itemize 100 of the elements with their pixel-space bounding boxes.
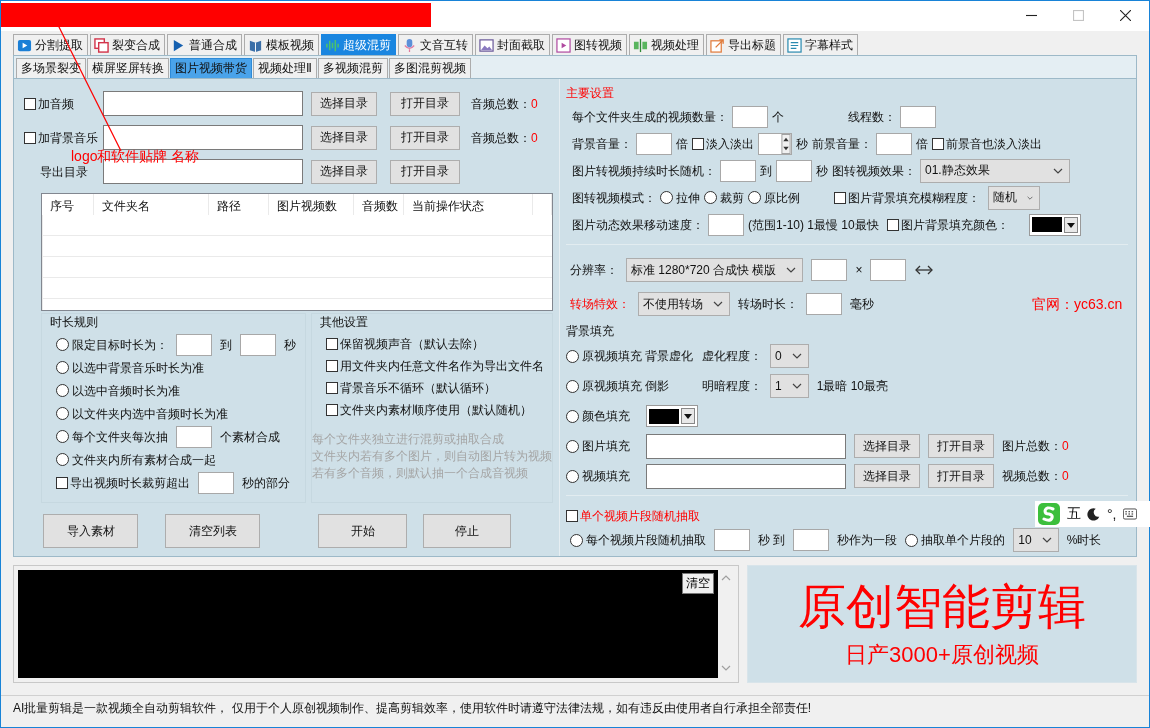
- radio-button[interactable]: 以选中音频时长为准: [56, 382, 180, 399]
- checkbox[interactable]: 文件夹内素材顺序使用（默认随机）: [326, 402, 532, 418]
- checkbox[interactable]: 保留视频声音（默认去除）: [326, 336, 484, 352]
- number-field[interactable]: [793, 529, 830, 551]
- button[interactable]: 清空列表: [165, 514, 260, 548]
- tab[interactable]: 文音互转: [398, 34, 473, 55]
- moon-icon[interactable]: [1087, 507, 1101, 521]
- radio-button[interactable]: 裁剪: [704, 189, 744, 206]
- column-header[interactable]: 当前操作状态: [404, 194, 533, 215]
- spin-arrows-icon[interactable]: [781, 133, 791, 154]
- number-field[interactable]: [720, 159, 756, 182]
- dropdown[interactable]: 01.静态效果: [920, 158, 1070, 183]
- dropdown[interactable]: 随机: [988, 185, 1040, 210]
- column-header[interactable]: 路径: [209, 194, 269, 215]
- tab[interactable]: 横屏竖屏转换: [87, 58, 169, 78]
- button[interactable]: 打开目录: [390, 159, 460, 184]
- radio-button[interactable]: 原视频填充 倒影: [566, 378, 694, 394]
- checkbox[interactable]: 导出视频时长裁剪超出: [56, 474, 190, 491]
- radio-button[interactable]: 拉伸: [660, 189, 700, 206]
- tab[interactable]: 普通合成: [167, 34, 242, 55]
- column-header[interactable]: 文件夹名: [94, 194, 209, 215]
- checkbox[interactable]: 加背景音乐: [24, 129, 103, 146]
- radio-button[interactable]: 以选中背景音乐时长为准: [56, 359, 204, 376]
- button[interactable]: 打开目录: [928, 434, 994, 458]
- radio-button[interactable]: 图片填充: [566, 438, 638, 454]
- color-picker[interactable]: [646, 405, 698, 427]
- number-field[interactable]: [870, 259, 907, 281]
- number-field[interactable]: [176, 333, 212, 356]
- radio-button[interactable]: 每个文件夹每次抽: [56, 428, 168, 445]
- tab[interactable]: 图转视频: [552, 34, 627, 55]
- button[interactable]: 选择目录: [311, 159, 377, 184]
- radio-button[interactable]: 视频填充: [566, 468, 638, 484]
- button[interactable]: 选择目录: [854, 434, 920, 458]
- radio-button[interactable]: 文件夹内所有素材合成一起: [56, 451, 216, 468]
- dropdown[interactable]: 0: [770, 344, 809, 368]
- tab[interactable]: 封面截取: [475, 34, 550, 55]
- button[interactable]: 导入素材: [43, 514, 138, 548]
- swap-arrows-icon[interactable]: [914, 264, 935, 276]
- column-header[interactable]: 音频数: [354, 194, 404, 215]
- tab[interactable]: 多图混剪视频: [388, 58, 471, 78]
- radio-button[interactable]: 颜色填充: [566, 408, 638, 424]
- path-field[interactable]: [646, 463, 846, 489]
- tab[interactable]: 超级混剪: [321, 34, 396, 55]
- checkbox[interactable]: 图片背景填充颜色：: [886, 216, 1009, 233]
- column-header[interactable]: 图片视频数: [269, 194, 354, 215]
- button[interactable]: 打开目录: [928, 464, 994, 488]
- checkbox[interactable]: 加音频: [24, 95, 103, 112]
- number-field[interactable]: [732, 105, 768, 128]
- button[interactable]: 选择目录: [311, 125, 377, 150]
- number-field[interactable]: [806, 293, 842, 315]
- tab[interactable]: 裂变合成: [90, 34, 165, 55]
- button[interactable]: 开始: [318, 514, 407, 548]
- dropdown[interactable]: 10: [1013, 528, 1059, 552]
- path-field[interactable]: [646, 433, 846, 459]
- tab[interactable]: 图片视频带货: [170, 58, 252, 78]
- input-mode[interactable]: 五: [1067, 505, 1081, 523]
- column-header[interactable]: 序号: [42, 194, 94, 215]
- checkbox[interactable]: 用文件夹内任意文件名作为导出文件名: [326, 358, 544, 374]
- tab[interactable]: 多视频混剪: [317, 58, 388, 78]
- button[interactable]: 停止: [423, 514, 511, 548]
- radio-button[interactable]: 限定目标时长为：: [56, 336, 168, 353]
- radio-button[interactable]: 原视频填充 背景虚化: [566, 348, 694, 364]
- keyboard-icon[interactable]: [1122, 507, 1137, 521]
- number-field[interactable]: [900, 105, 936, 128]
- radio-button[interactable]: 抽取单个片段的: [905, 532, 1006, 548]
- number-field[interactable]: [708, 213, 744, 236]
- tab[interactable]: 多场景裂变: [16, 58, 86, 78]
- tab[interactable]: 字幕样式: [783, 34, 858, 55]
- tab[interactable]: 模板视频: [244, 34, 319, 55]
- number-field[interactable]: [176, 425, 212, 448]
- dropdown[interactable]: 标准 1280*720 合成快 横版: [626, 258, 804, 282]
- number-field[interactable]: [776, 159, 812, 182]
- ime-logo-icon[interactable]: [1037, 502, 1061, 526]
- path-field[interactable]: [103, 91, 303, 116]
- checkbox[interactable]: 背景音乐不循环（默认循环）: [326, 380, 496, 396]
- number-field[interactable]: [240, 333, 276, 356]
- radio-button[interactable]: 以文件夹内选中音频时长为准: [56, 405, 228, 422]
- radio-button[interactable]: 每个视频片段随机抽取: [570, 532, 706, 548]
- close-icon[interactable]: [1120, 10, 1131, 21]
- checkbox[interactable]: 图片背景填充模糊程度：: [834, 189, 980, 206]
- radio-button[interactable]: 原比例: [748, 189, 800, 206]
- number-field[interactable]: [636, 132, 672, 155]
- path-field[interactable]: [103, 125, 303, 150]
- tab[interactable]: 视频处理Ⅱ: [253, 58, 317, 78]
- button[interactable]: 打开目录: [390, 91, 460, 116]
- color-picker[interactable]: [1028, 213, 1081, 236]
- punctuation-mode[interactable]: °,: [1107, 506, 1117, 522]
- number-field[interactable]: [714, 529, 750, 551]
- dropdown[interactable]: 1: [770, 374, 809, 398]
- dropdown[interactable]: 不使用转场: [638, 292, 730, 316]
- tab[interactable]: 导出标题: [706, 34, 781, 55]
- checkbox[interactable]: 前景音也淡入淡出: [932, 135, 1042, 152]
- number-field[interactable]: [876, 132, 912, 155]
- tab[interactable]: 视频处理: [629, 34, 704, 55]
- number-field[interactable]: [811, 259, 848, 281]
- number-field[interactable]: [198, 471, 234, 494]
- button[interactable]: 选择目录: [311, 91, 377, 116]
- checkbox[interactable]: 淡入淡出: [692, 135, 754, 152]
- button[interactable]: 选择目录: [854, 464, 920, 488]
- clear-button[interactable]: 清空: [682, 573, 714, 594]
